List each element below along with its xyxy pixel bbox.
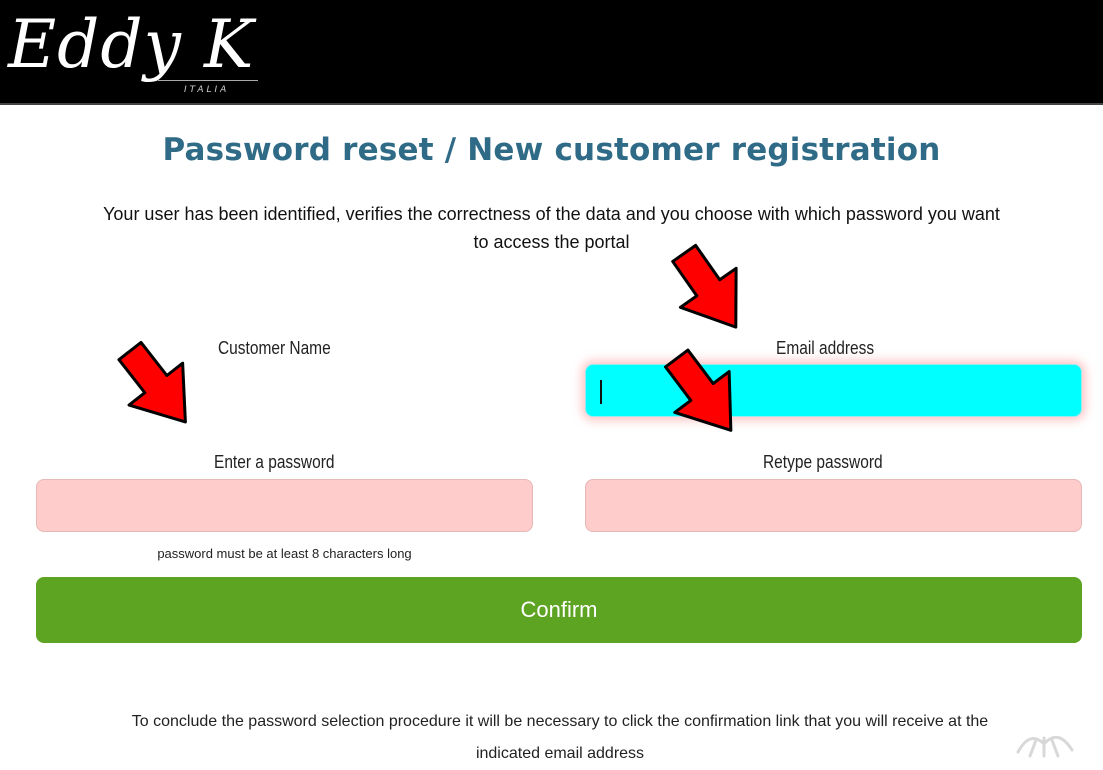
confirm-button[interactable]: Confirm bbox=[36, 577, 1082, 643]
logo-subtext: ITALIA bbox=[184, 85, 230, 95]
logo-text: Eddy K bbox=[8, 6, 255, 83]
customer-name-label: Customer Name bbox=[218, 338, 331, 358]
text-caret bbox=[600, 380, 602, 404]
password-field[interactable] bbox=[36, 479, 533, 532]
email-field[interactable] bbox=[585, 364, 1082, 417]
watermark-icon bbox=[1016, 735, 1074, 758]
intro-line-2: to access the portal bbox=[473, 232, 630, 252]
red-arrow-icon bbox=[101, 328, 214, 445]
note-line-2: indicated email address bbox=[475, 745, 645, 762]
intro-line-1: Your user has been identified, verifies … bbox=[103, 204, 1000, 224]
page-title: Password reset / New customer registrati… bbox=[162, 132, 941, 168]
email-label: Email address bbox=[776, 338, 875, 358]
logo-rule bbox=[158, 80, 258, 81]
password-label: Enter a password bbox=[214, 452, 335, 472]
note-line-1: To conclude the password selection proce… bbox=[131, 713, 989, 730]
retype-password-label: Retype password bbox=[763, 452, 883, 472]
brand-logo[interactable]: Eddy K ITALIA bbox=[8, 6, 268, 98]
site-header: Eddy K ITALIA bbox=[0, 0, 1103, 105]
retype-password-field[interactable] bbox=[585, 479, 1082, 532]
intro-text: Your user has been identified, verifies … bbox=[0, 200, 1103, 256]
confirmation-note: To conclude the password selection proce… bbox=[40, 706, 1080, 770]
password-hint: password must be at least 8 characters l… bbox=[157, 546, 412, 561]
